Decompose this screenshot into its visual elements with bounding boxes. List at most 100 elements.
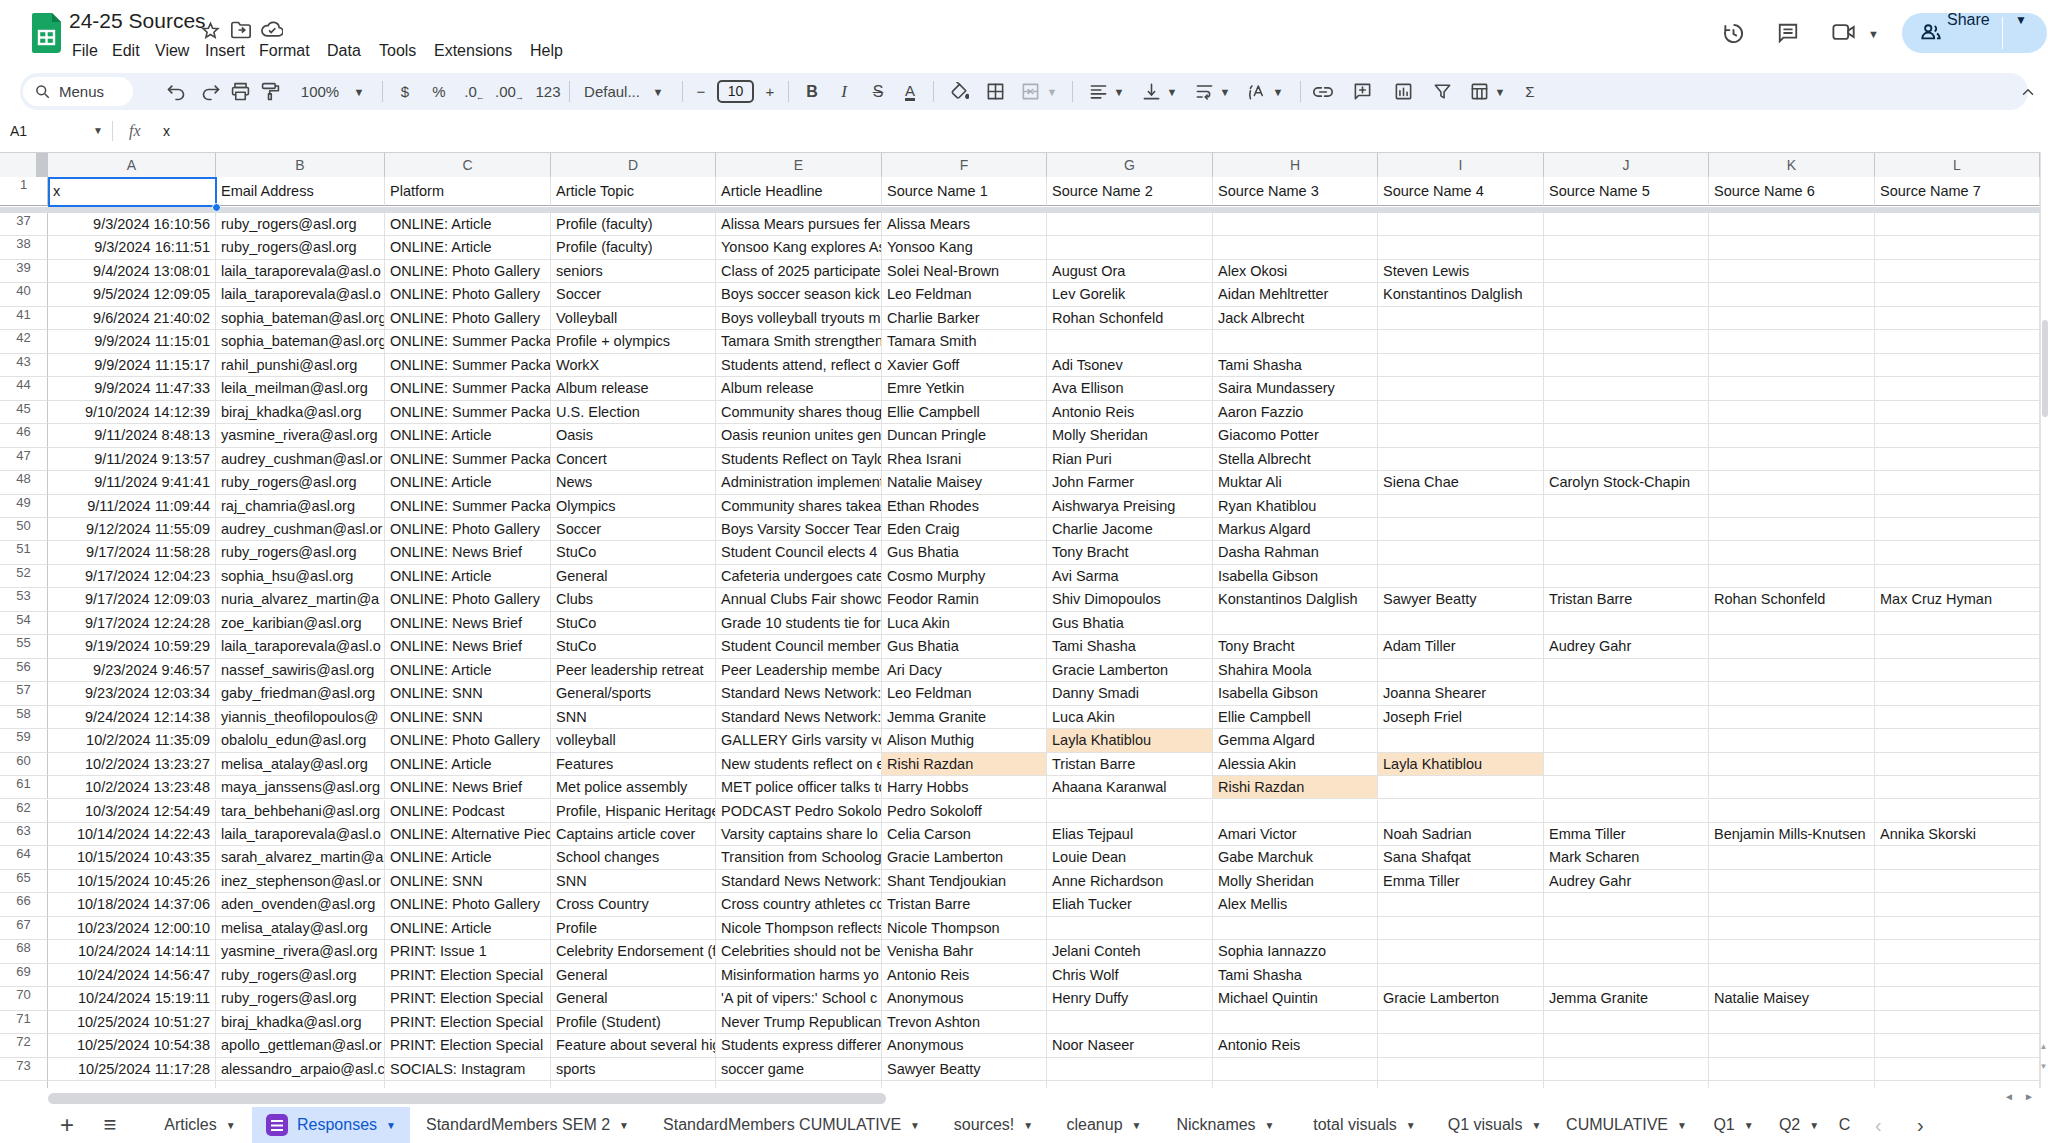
cell-J37[interactable]: [1544, 213, 1709, 236]
cell-C58[interactable]: ONLINE: SNN: [385, 706, 551, 729]
cell-K60[interactable]: [1709, 753, 1875, 776]
cell-I63[interactable]: Noah Sadrian: [1378, 823, 1544, 846]
font-family-caret[interactable]: ▼: [645, 73, 671, 110]
cell-B54[interactable]: zoe_karibian@asl.org: [216, 612, 385, 635]
cell-G51[interactable]: Tony Bracht: [1047, 541, 1213, 564]
cell-G52[interactable]: Avi Sarma: [1047, 565, 1213, 588]
number-format-button[interactable]: 123: [535, 73, 561, 110]
cell-E68[interactable]: Celebrities should not be: [716, 940, 882, 963]
horizontal-scrollbar[interactable]: ◄ ►: [0, 1088, 2048, 1107]
cell-K73[interactable]: [1709, 1058, 1875, 1081]
format-percent-button[interactable]: %: [426, 73, 452, 110]
row-header-62[interactable]: 62: [0, 800, 48, 823]
cell-C38[interactable]: ONLINE: Article: [385, 236, 551, 259]
cell-J52[interactable]: [1544, 565, 1709, 588]
cell-A70[interactable]: 10/24/2024 15:19:11: [48, 987, 216, 1010]
cell-G68[interactable]: Jelani Conteh: [1047, 940, 1213, 963]
cell-E54[interactable]: Grade 10 students tie for: [716, 612, 882, 635]
cell-C52[interactable]: ONLINE: Article: [385, 565, 551, 588]
cell-B64[interactable]: sarah_alvarez_martin@a: [216, 846, 385, 869]
column-header-D[interactable]: D: [551, 153, 716, 177]
cell-H53[interactable]: Konstantinos Dalglish: [1213, 588, 1378, 611]
cell-C68[interactable]: PRINT: Issue 1: [385, 940, 551, 963]
cell-L66[interactable]: [1875, 893, 2040, 916]
cell-B51[interactable]: ruby_rogers@asl.org: [216, 541, 385, 564]
bold-button[interactable]: B: [799, 73, 825, 110]
cell-F49[interactable]: Ethan Rhodes: [882, 495, 1047, 518]
cell-D64[interactable]: School changes: [551, 846, 716, 869]
cell-C61[interactable]: ONLINE: News Brief: [385, 776, 551, 799]
cell-J65[interactable]: Audrey Gahr: [1544, 870, 1709, 893]
cell-D46[interactable]: Oasis: [551, 424, 716, 447]
cell-G40[interactable]: Lev Gorelik: [1047, 283, 1213, 306]
cell-I70[interactable]: Gracie Lamberton: [1378, 987, 1544, 1010]
cell-F53[interactable]: Feodor Ramin: [882, 588, 1047, 611]
cell-D67[interactable]: Profile: [551, 917, 716, 940]
cell-H61[interactable]: Rishi Razdan: [1213, 776, 1378, 799]
cell-D69[interactable]: General: [551, 964, 716, 987]
cell-L48[interactable]: [1875, 471, 2040, 494]
scroll-down-arrow[interactable]: ▼: [2039, 1062, 2048, 1071]
cell-A40[interactable]: 9/5/2024 12:09:05: [48, 283, 216, 306]
cell-F40[interactable]: Leo Feldman: [882, 283, 1047, 306]
cell-D57[interactable]: General/sports: [551, 682, 716, 705]
cell-K52[interactable]: [1709, 565, 1875, 588]
cell-H54[interactable]: [1213, 612, 1378, 635]
cell-L50[interactable]: [1875, 518, 2040, 541]
cell-D37[interactable]: Profile (faculty): [551, 213, 716, 236]
cell-F46[interactable]: Duncan Pringle: [882, 424, 1047, 447]
cell-K48[interactable]: [1709, 471, 1875, 494]
cell-J64[interactable]: Mark Scharen: [1544, 846, 1709, 869]
cell-I39[interactable]: Steven Lewis: [1378, 260, 1544, 283]
cell-A45[interactable]: 9/10/2024 14:12:39: [48, 401, 216, 424]
column-header-K[interactable]: K: [1709, 153, 1875, 177]
cell-K68[interactable]: [1709, 940, 1875, 963]
cell-K53[interactable]: Rohan Schonfeld: [1709, 588, 1875, 611]
cell-I60[interactable]: Layla Khatiblou: [1378, 753, 1544, 776]
cell-A54[interactable]: 9/17/2024 12:24:28: [48, 612, 216, 635]
row-header-47[interactable]: 47: [0, 448, 48, 471]
cell-E58[interactable]: Standard News Network:: [716, 706, 882, 729]
cell-B47[interactable]: audrey_cushman@asl.or: [216, 448, 385, 471]
cell-I62[interactable]: [1378, 800, 1544, 823]
cell-E42[interactable]: Tamara Smith strengthen: [716, 330, 882, 353]
menu-data[interactable]: Data: [327, 40, 361, 62]
cell-E72[interactable]: Students express differer: [716, 1034, 882, 1057]
fill-color-icon[interactable]: [946, 73, 972, 110]
cell-D49[interactable]: Olympics: [551, 495, 716, 518]
cell-G67[interactable]: [1047, 917, 1213, 940]
cell-D38[interactable]: Profile (faculty): [551, 236, 716, 259]
cell-D52[interactable]: General: [551, 565, 716, 588]
cell-H47[interactable]: Stella Albrecht: [1213, 448, 1378, 471]
cell-A64[interactable]: 10/15/2024 10:43:35: [48, 846, 216, 869]
cell-B63[interactable]: laila_taraporevala@asl.o: [216, 823, 385, 846]
cell-E47[interactable]: Students Reflect on Taylo: [716, 448, 882, 471]
cell-A50[interactable]: 9/12/2024 11:55:09: [48, 518, 216, 541]
cell-I44[interactable]: [1378, 377, 1544, 400]
cell-A61[interactable]: 10/2/2024 13:23:48: [48, 776, 216, 799]
cell-H69[interactable]: Tami Shasha: [1213, 964, 1378, 987]
row-header-68[interactable]: 68: [0, 940, 48, 963]
column-header-B[interactable]: B: [216, 153, 385, 177]
cell-C55[interactable]: ONLINE: News Brief: [385, 635, 551, 658]
row-header-37[interactable]: 37: [0, 213, 48, 236]
cell-K58[interactable]: [1709, 706, 1875, 729]
cell-F66[interactable]: Tristan Barre: [882, 893, 1047, 916]
cell-K45[interactable]: [1709, 401, 1875, 424]
row-header-70[interactable]: 70: [0, 987, 48, 1010]
cell-B55[interactable]: laila_taraporevala@asl.o: [216, 635, 385, 658]
cell-E61[interactable]: MET police officer talks tc: [716, 776, 882, 799]
cell-D48[interactable]: News: [551, 471, 716, 494]
row-header-46[interactable]: 46: [0, 424, 48, 447]
menu-insert[interactable]: Insert: [205, 40, 245, 62]
cell-K39[interactable]: [1709, 260, 1875, 283]
cell-K42[interactable]: [1709, 330, 1875, 353]
undo-icon[interactable]: [163, 73, 189, 110]
row-header-54[interactable]: 54: [0, 612, 48, 635]
cell-J41[interactable]: [1544, 307, 1709, 330]
cell-F52[interactable]: Cosmo Murphy: [882, 565, 1047, 588]
cell-A48[interactable]: 9/11/2024 9:41:41: [48, 471, 216, 494]
cell-L64[interactable]: [1875, 846, 2040, 869]
cell-C43[interactable]: ONLINE: Summer Packa: [385, 354, 551, 377]
sheet-tab-cleanup[interactable]: cleanup▼: [1049, 1107, 1159, 1143]
